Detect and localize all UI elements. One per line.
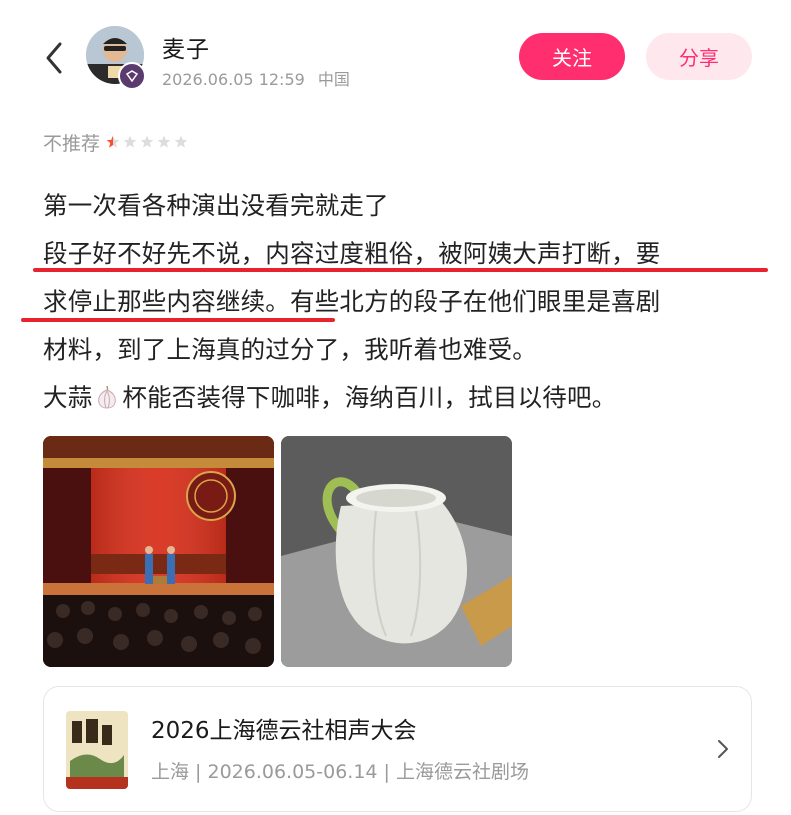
event-title: 2026上海德云社相声大会: [151, 718, 417, 744]
review-line-last: 大蒜 杯能否装得下咖啡，海纳百川，拭目以待吧。: [43, 374, 763, 422]
garlic-icon: [98, 385, 117, 409]
rating-label: 不推荐: [43, 132, 101, 155]
stage-photo-image: [43, 436, 274, 667]
star-icon-half: [106, 135, 120, 148]
photo-stage[interactable]: [43, 436, 274, 667]
post-location: 中国: [317, 70, 350, 89]
review-line: 第一次看各种演出没看完就走了: [43, 191, 389, 220]
share-button[interactable]: 分享: [646, 33, 752, 80]
chevron-left-icon: [46, 42, 62, 74]
event-poster: [66, 711, 128, 789]
username[interactable]: 麦子: [162, 30, 210, 64]
star-icon: [123, 135, 137, 148]
event-subtitle: 上海 | 2026.06.05-06.14 | 上海德云社剧场: [151, 761, 529, 783]
review-text-segment: 杯能否装得下咖啡，海纳百川，拭目以待吧。: [122, 383, 617, 412]
star-rating: [106, 135, 191, 149]
event-card[interactable]: 2026上海德云社相声大会 上海 | 2026.06.05-06.14 | 上海…: [43, 686, 752, 812]
highlight-underline: [33, 268, 768, 272]
follow-button[interactable]: 关注: [519, 33, 625, 80]
post-header: 麦子 2026.06.05 12:59 中国 关注 分享: [0, 0, 791, 118]
post-meta: 2026.06.05 12:59 中国: [162, 66, 350, 90]
event-poster-image: [66, 711, 128, 789]
post-date: 2026.06.05 12:59: [162, 70, 305, 89]
photo-garlic-cup[interactable]: [281, 436, 512, 667]
star-icon: [174, 135, 188, 148]
chevron-right-icon: [718, 740, 728, 758]
review-text-segment: 大蒜: [43, 383, 93, 412]
highlight-underline: [21, 318, 335, 322]
review-text: 第一次看各种演出没看完就走了 段子好不好先不说，内容过度粗俗，被阿姨大声打断，要…: [43, 182, 763, 422]
cup-photo-image: [281, 436, 512, 667]
review-line: 材料，到了上海真的过分了，我听着也难受。: [43, 335, 537, 364]
rating-row: 不推荐: [43, 128, 191, 156]
star-icon: [140, 135, 154, 148]
verified-badge-icon: [118, 62, 146, 90]
back-button[interactable]: [40, 38, 70, 78]
star-icon: [157, 135, 171, 148]
